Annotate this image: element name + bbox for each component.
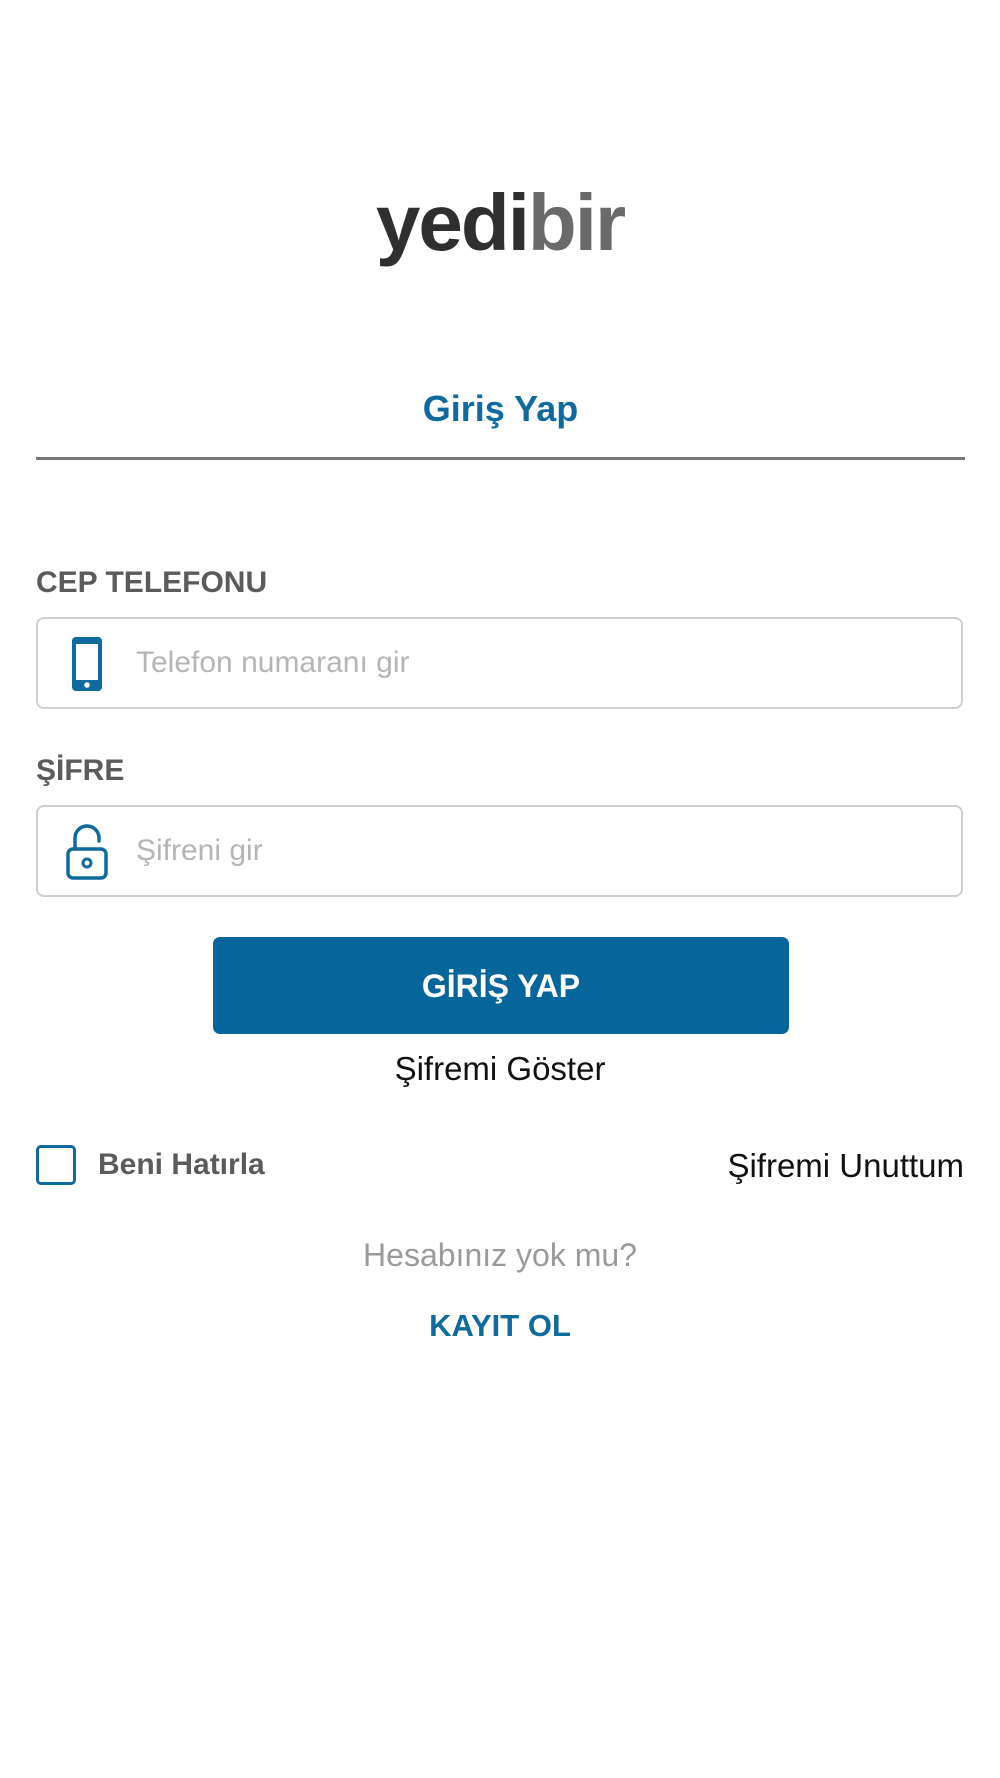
password-input[interactable] bbox=[136, 807, 936, 895]
remember-me-label[interactable]: Beni Hatırla bbox=[98, 1148, 265, 1182]
remember-me[interactable]: Beni Hatırla bbox=[36, 1143, 265, 1187]
password-label: ŞİFRE bbox=[36, 754, 125, 787]
mobile-phone-icon bbox=[72, 637, 102, 691]
password-field[interactable] bbox=[36, 805, 963, 897]
tab-underline bbox=[36, 457, 965, 460]
tab-login[interactable]: Giriş Yap bbox=[36, 388, 965, 430]
no-account-prompt: Hesabınız yok mu? bbox=[363, 1237, 637, 1273]
logo-text-bir: bir bbox=[527, 178, 626, 267]
logo-text-yedi: yedi bbox=[375, 178, 530, 267]
phone-input[interactable] bbox=[136, 619, 936, 707]
phone-field[interactable] bbox=[36, 617, 963, 709]
login-button[interactable]: GİRİŞ YAP bbox=[213, 937, 789, 1034]
register-link[interactable]: KAYIT OL bbox=[0, 1308, 1000, 1344]
app-logo: yedibir bbox=[0, 178, 1000, 268]
forgot-password-link[interactable]: Şifremi Unuttum bbox=[727, 1147, 964, 1185]
phone-label: CEP TELEFONU bbox=[36, 566, 268, 599]
show-password-link[interactable]: Şifremi Göster bbox=[0, 1050, 1000, 1088]
lock-icon bbox=[66, 824, 108, 880]
remember-me-checkbox[interactable] bbox=[36, 1145, 76, 1185]
